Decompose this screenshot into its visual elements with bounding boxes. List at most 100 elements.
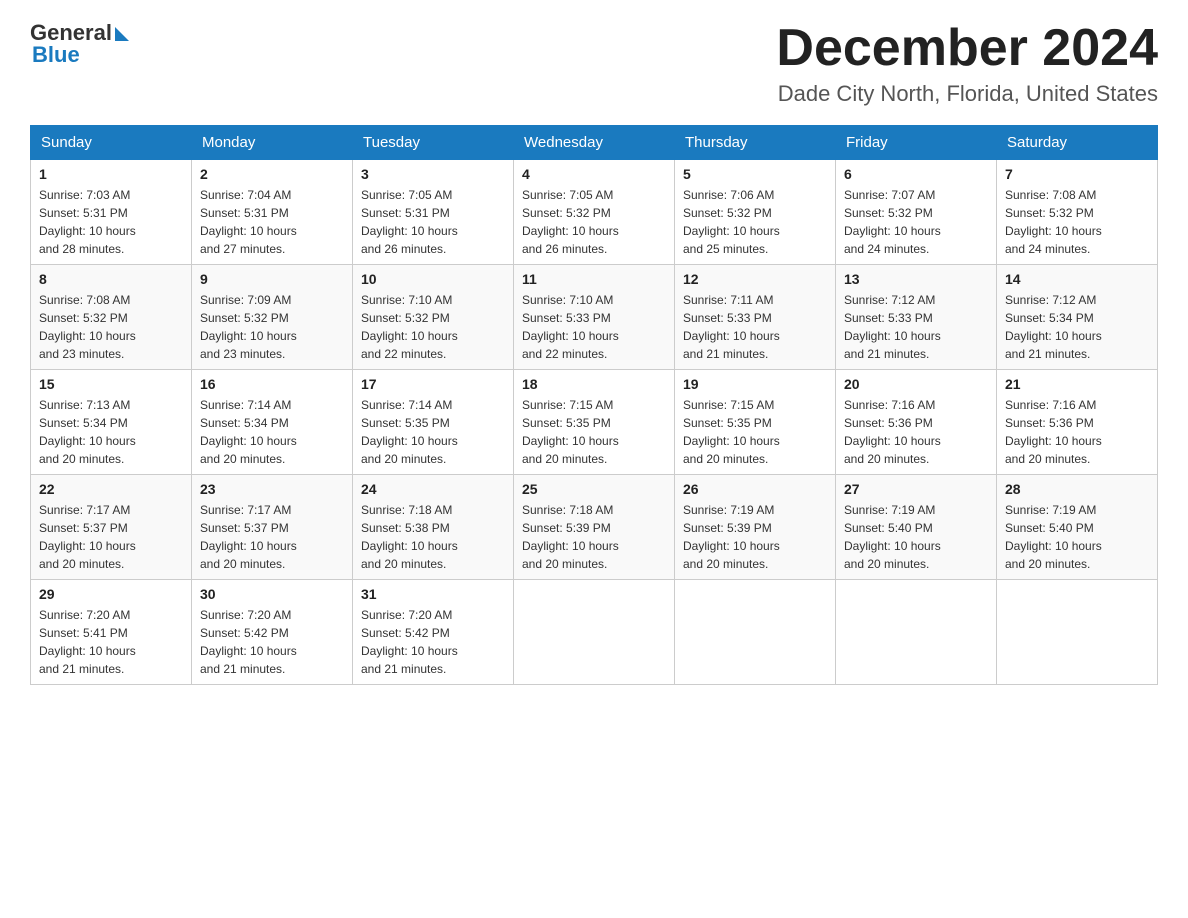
day-info: Sunrise: 7:14 AMSunset: 5:34 PMDaylight:… <box>200 396 344 468</box>
day-number: 8 <box>39 271 183 287</box>
day-info: Sunrise: 7:12 AMSunset: 5:34 PMDaylight:… <box>1005 291 1149 363</box>
day-number: 7 <box>1005 166 1149 182</box>
table-row: 30Sunrise: 7:20 AMSunset: 5:42 PMDayligh… <box>192 580 353 685</box>
day-info: Sunrise: 7:07 AMSunset: 5:32 PMDaylight:… <box>844 186 988 258</box>
day-number: 16 <box>200 376 344 392</box>
calendar-table: Sunday Monday Tuesday Wednesday Thursday… <box>30 125 1158 685</box>
table-row: 16 Sunrise: 7:14 AMSunset: 5:34 PMDayligh… <box>192 370 353 475</box>
day-info: Sunrise: 7:20 AMSunset: 5:42 PMDaylight:… <box>361 606 505 678</box>
table-row <box>675 580 836 685</box>
day-info: Sunrise: 7:05 AMSunset: 5:31 PMDaylight:… <box>361 186 505 258</box>
day-number: 22 <box>39 481 183 497</box>
table-row: 29 Sunrise: 7:20 AMSunset: 5:41 PMDayligh… <box>31 580 192 685</box>
day-number: 11 <box>522 271 666 287</box>
table-row: 25 Sunrise: 7:18 AMSunset: 5:39 PMDayligh… <box>514 475 675 580</box>
location-title: Dade City North, Florida, United States <box>776 81 1158 107</box>
table-row: 10Sunrise: 7:10 AMSunset: 5:32 PMDayligh… <box>353 265 514 370</box>
table-row: 11 Sunrise: 7:10 AMSunset: 5:33 PMDayligh… <box>514 265 675 370</box>
table-row: 13 Sunrise: 7:12 AMSunset: 5:33 PMDayligh… <box>836 265 997 370</box>
day-info: Sunrise: 7:16 AMSunset: 5:36 PMDaylight:… <box>1005 396 1149 468</box>
table-row: 18 Sunrise: 7:15 AMSunset: 5:35 PMDayligh… <box>514 370 675 475</box>
day-info: Sunrise: 7:17 AMSunset: 5:37 PMDaylight:… <box>200 501 344 573</box>
day-number: 5 <box>683 166 827 182</box>
day-info: Sunrise: 7:06 AMSunset: 5:32 PMDaylight:… <box>683 186 827 258</box>
day-info: Sunrise: 7:08 AMSunset: 5:32 PMDaylight:… <box>1005 186 1149 258</box>
table-row <box>514 580 675 685</box>
table-row: 31 Sunrise: 7:20 AMSunset: 5:42 PMDayligh… <box>353 580 514 685</box>
day-info: Sunrise: 7:11 AMSunset: 5:33 PMDaylight:… <box>683 291 827 363</box>
table-row: 8 Sunrise: 7:08 AMSunset: 5:32 PMDaylight… <box>31 265 192 370</box>
day-info: Sunrise: 7:19 AMSunset: 5:40 PMDaylight:… <box>844 501 988 573</box>
day-number: 24 <box>361 481 505 497</box>
table-row: 5 Sunrise: 7:06 AMSunset: 5:32 PMDaylight… <box>675 160 836 265</box>
calendar-week-row: 8 Sunrise: 7:08 AMSunset: 5:32 PMDaylight… <box>31 265 1158 370</box>
day-number: 25 <box>522 481 666 497</box>
day-number: 6 <box>844 166 988 182</box>
table-row: 28Sunrise: 7:19 AMSunset: 5:40 PMDayligh… <box>997 475 1158 580</box>
header-sunday: Sunday <box>31 126 192 160</box>
day-number: 15 <box>39 376 183 392</box>
header-friday: Friday <box>836 126 997 160</box>
day-info: Sunrise: 7:09 AMSunset: 5:32 PMDaylight:… <box>200 291 344 363</box>
table-row: 7 Sunrise: 7:08 AMSunset: 5:32 PMDaylight… <box>997 160 1158 265</box>
logo: General Blue <box>30 20 129 68</box>
day-number: 4 <box>522 166 666 182</box>
day-number: 31 <box>361 586 505 602</box>
table-row: 12Sunrise: 7:11 AMSunset: 5:33 PMDayligh… <box>675 265 836 370</box>
day-number: 13 <box>844 271 988 287</box>
day-info: Sunrise: 7:04 AMSunset: 5:31 PMDaylight:… <box>200 186 344 258</box>
table-row: 21 Sunrise: 7:16 AMSunset: 5:36 PMDayligh… <box>997 370 1158 475</box>
day-number: 19 <box>683 376 827 392</box>
day-info: Sunrise: 7:19 AMSunset: 5:40 PMDaylight:… <box>1005 501 1149 573</box>
day-number: 30 <box>200 586 344 602</box>
table-row: 4 Sunrise: 7:05 AMSunset: 5:32 PMDaylight… <box>514 160 675 265</box>
table-row: 1 Sunrise: 7:03 AMSunset: 5:31 PMDaylight… <box>31 160 192 265</box>
day-info: Sunrise: 7:03 AMSunset: 5:31 PMDaylight:… <box>39 186 183 258</box>
day-info: Sunrise: 7:15 AMSunset: 5:35 PMDaylight:… <box>522 396 666 468</box>
day-number: 10 <box>361 271 505 287</box>
day-info: Sunrise: 7:05 AMSunset: 5:32 PMDaylight:… <box>522 186 666 258</box>
page-header: General Blue December 2024 Dade City Nor… <box>30 20 1158 107</box>
day-number: 3 <box>361 166 505 182</box>
table-row: 14Sunrise: 7:12 AMSunset: 5:34 PMDayligh… <box>997 265 1158 370</box>
day-info: Sunrise: 7:18 AMSunset: 5:39 PMDaylight:… <box>522 501 666 573</box>
header-tuesday: Tuesday <box>353 126 514 160</box>
day-info: Sunrise: 7:08 AMSunset: 5:32 PMDaylight:… <box>39 291 183 363</box>
table-row: 27 Sunrise: 7:19 AMSunset: 5:40 PMDayligh… <box>836 475 997 580</box>
day-number: 29 <box>39 586 183 602</box>
day-number: 18 <box>522 376 666 392</box>
calendar-week-row: 15 Sunrise: 7:13 AMSunset: 5:34 PMDayligh… <box>31 370 1158 475</box>
day-number: 20 <box>844 376 988 392</box>
day-info: Sunrise: 7:13 AMSunset: 5:34 PMDaylight:… <box>39 396 183 468</box>
day-info: Sunrise: 7:20 AMSunset: 5:41 PMDaylight:… <box>39 606 183 678</box>
day-number: 9 <box>200 271 344 287</box>
table-row: 15 Sunrise: 7:13 AMSunset: 5:34 PMDayligh… <box>31 370 192 475</box>
table-row: 6 Sunrise: 7:07 AMSunset: 5:32 PMDaylight… <box>836 160 997 265</box>
table-row: 23 Sunrise: 7:17 AMSunset: 5:37 PMDayligh… <box>192 475 353 580</box>
day-info: Sunrise: 7:19 AMSunset: 5:39 PMDaylight:… <box>683 501 827 573</box>
day-number: 27 <box>844 481 988 497</box>
table-row: 19Sunrise: 7:15 AMSunset: 5:35 PMDayligh… <box>675 370 836 475</box>
header-thursday: Thursday <box>675 126 836 160</box>
day-info: Sunrise: 7:16 AMSunset: 5:36 PMDaylight:… <box>844 396 988 468</box>
logo-blue: Blue <box>30 42 80 68</box>
table-row: 22 Sunrise: 7:17 AMSunset: 5:37 PMDayligh… <box>31 475 192 580</box>
table-row <box>836 580 997 685</box>
day-number: 2 <box>200 166 344 182</box>
calendar-week-row: 1 Sunrise: 7:03 AMSunset: 5:31 PMDaylight… <box>31 160 1158 265</box>
day-info: Sunrise: 7:17 AMSunset: 5:37 PMDaylight:… <box>39 501 183 573</box>
header-saturday: Saturday <box>997 126 1158 160</box>
day-number: 23 <box>200 481 344 497</box>
table-row <box>997 580 1158 685</box>
day-info: Sunrise: 7:10 AMSunset: 5:33 PMDaylight:… <box>522 291 666 363</box>
day-info: Sunrise: 7:18 AMSunset: 5:38 PMDaylight:… <box>361 501 505 573</box>
table-row: 24 Sunrise: 7:18 AMSunset: 5:38 PMDayligh… <box>353 475 514 580</box>
day-number: 21 <box>1005 376 1149 392</box>
table-row: 26Sunrise: 7:19 AMSunset: 5:39 PMDayligh… <box>675 475 836 580</box>
calendar-week-row: 29 Sunrise: 7:20 AMSunset: 5:41 PMDayligh… <box>31 580 1158 685</box>
calendar-header-row: Sunday Monday Tuesday Wednesday Thursday… <box>31 126 1158 160</box>
table-row: 17Sunrise: 7:14 AMSunset: 5:35 PMDayligh… <box>353 370 514 475</box>
header-monday: Monday <box>192 126 353 160</box>
day-number: 1 <box>39 166 183 182</box>
day-info: Sunrise: 7:12 AMSunset: 5:33 PMDaylight:… <box>844 291 988 363</box>
